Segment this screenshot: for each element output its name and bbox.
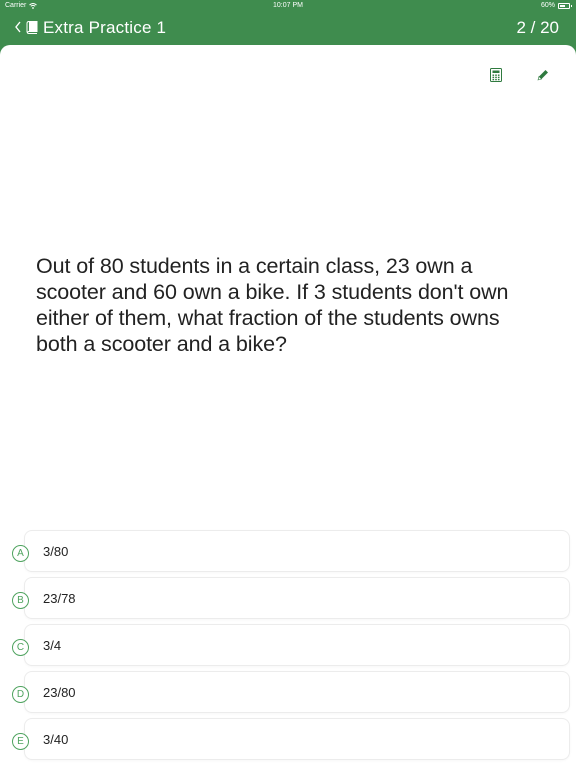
choice-letter-e[interactable]: E bbox=[12, 733, 29, 750]
answer-choice-c[interactable]: 3/4 bbox=[24, 624, 570, 666]
status-bar: Carrier 10:07 PM 60% bbox=[0, 0, 576, 12]
choice-text: 3/80 bbox=[43, 544, 69, 559]
battery-group: 60% bbox=[540, 2, 572, 9]
answer-choice-a[interactable]: 3/80 bbox=[24, 530, 570, 572]
choice-letter-d[interactable]: D bbox=[12, 686, 29, 703]
battery-icon bbox=[558, 2, 572, 9]
choice-text: 3/40 bbox=[43, 732, 69, 747]
chevron-left-icon[interactable] bbox=[14, 18, 22, 38]
battery-percent: 60% bbox=[540, 2, 555, 9]
pencil-icon[interactable] bbox=[536, 68, 550, 82]
choice-letter-a[interactable]: A bbox=[12, 545, 29, 562]
calculator-icon[interactable] bbox=[489, 68, 503, 82]
book-icon bbox=[26, 21, 38, 34]
choice-text: 3/4 bbox=[43, 638, 62, 653]
question-counter: 2 / 20 bbox=[516, 18, 559, 37]
answer-choice-b[interactable]: 23/78 bbox=[24, 577, 570, 619]
nav-bar: Extra Practice 1 2 / 20 bbox=[0, 12, 576, 45]
question-text: Out of 80 students in a certain class, 2… bbox=[36, 254, 509, 356]
status-time: 10:07 PM bbox=[273, 2, 303, 9]
answer-choice-e[interactable]: 3/40 bbox=[24, 718, 570, 760]
page-title: Extra Practice 1 bbox=[43, 18, 167, 37]
answer-choice-d[interactable]: 23/80 bbox=[24, 671, 570, 713]
choice-text: 23/78 bbox=[43, 591, 76, 606]
choice-letter-c[interactable]: C bbox=[12, 639, 29, 656]
choice-letter-b[interactable]: B bbox=[12, 592, 29, 609]
choice-text: 23/80 bbox=[43, 685, 76, 700]
